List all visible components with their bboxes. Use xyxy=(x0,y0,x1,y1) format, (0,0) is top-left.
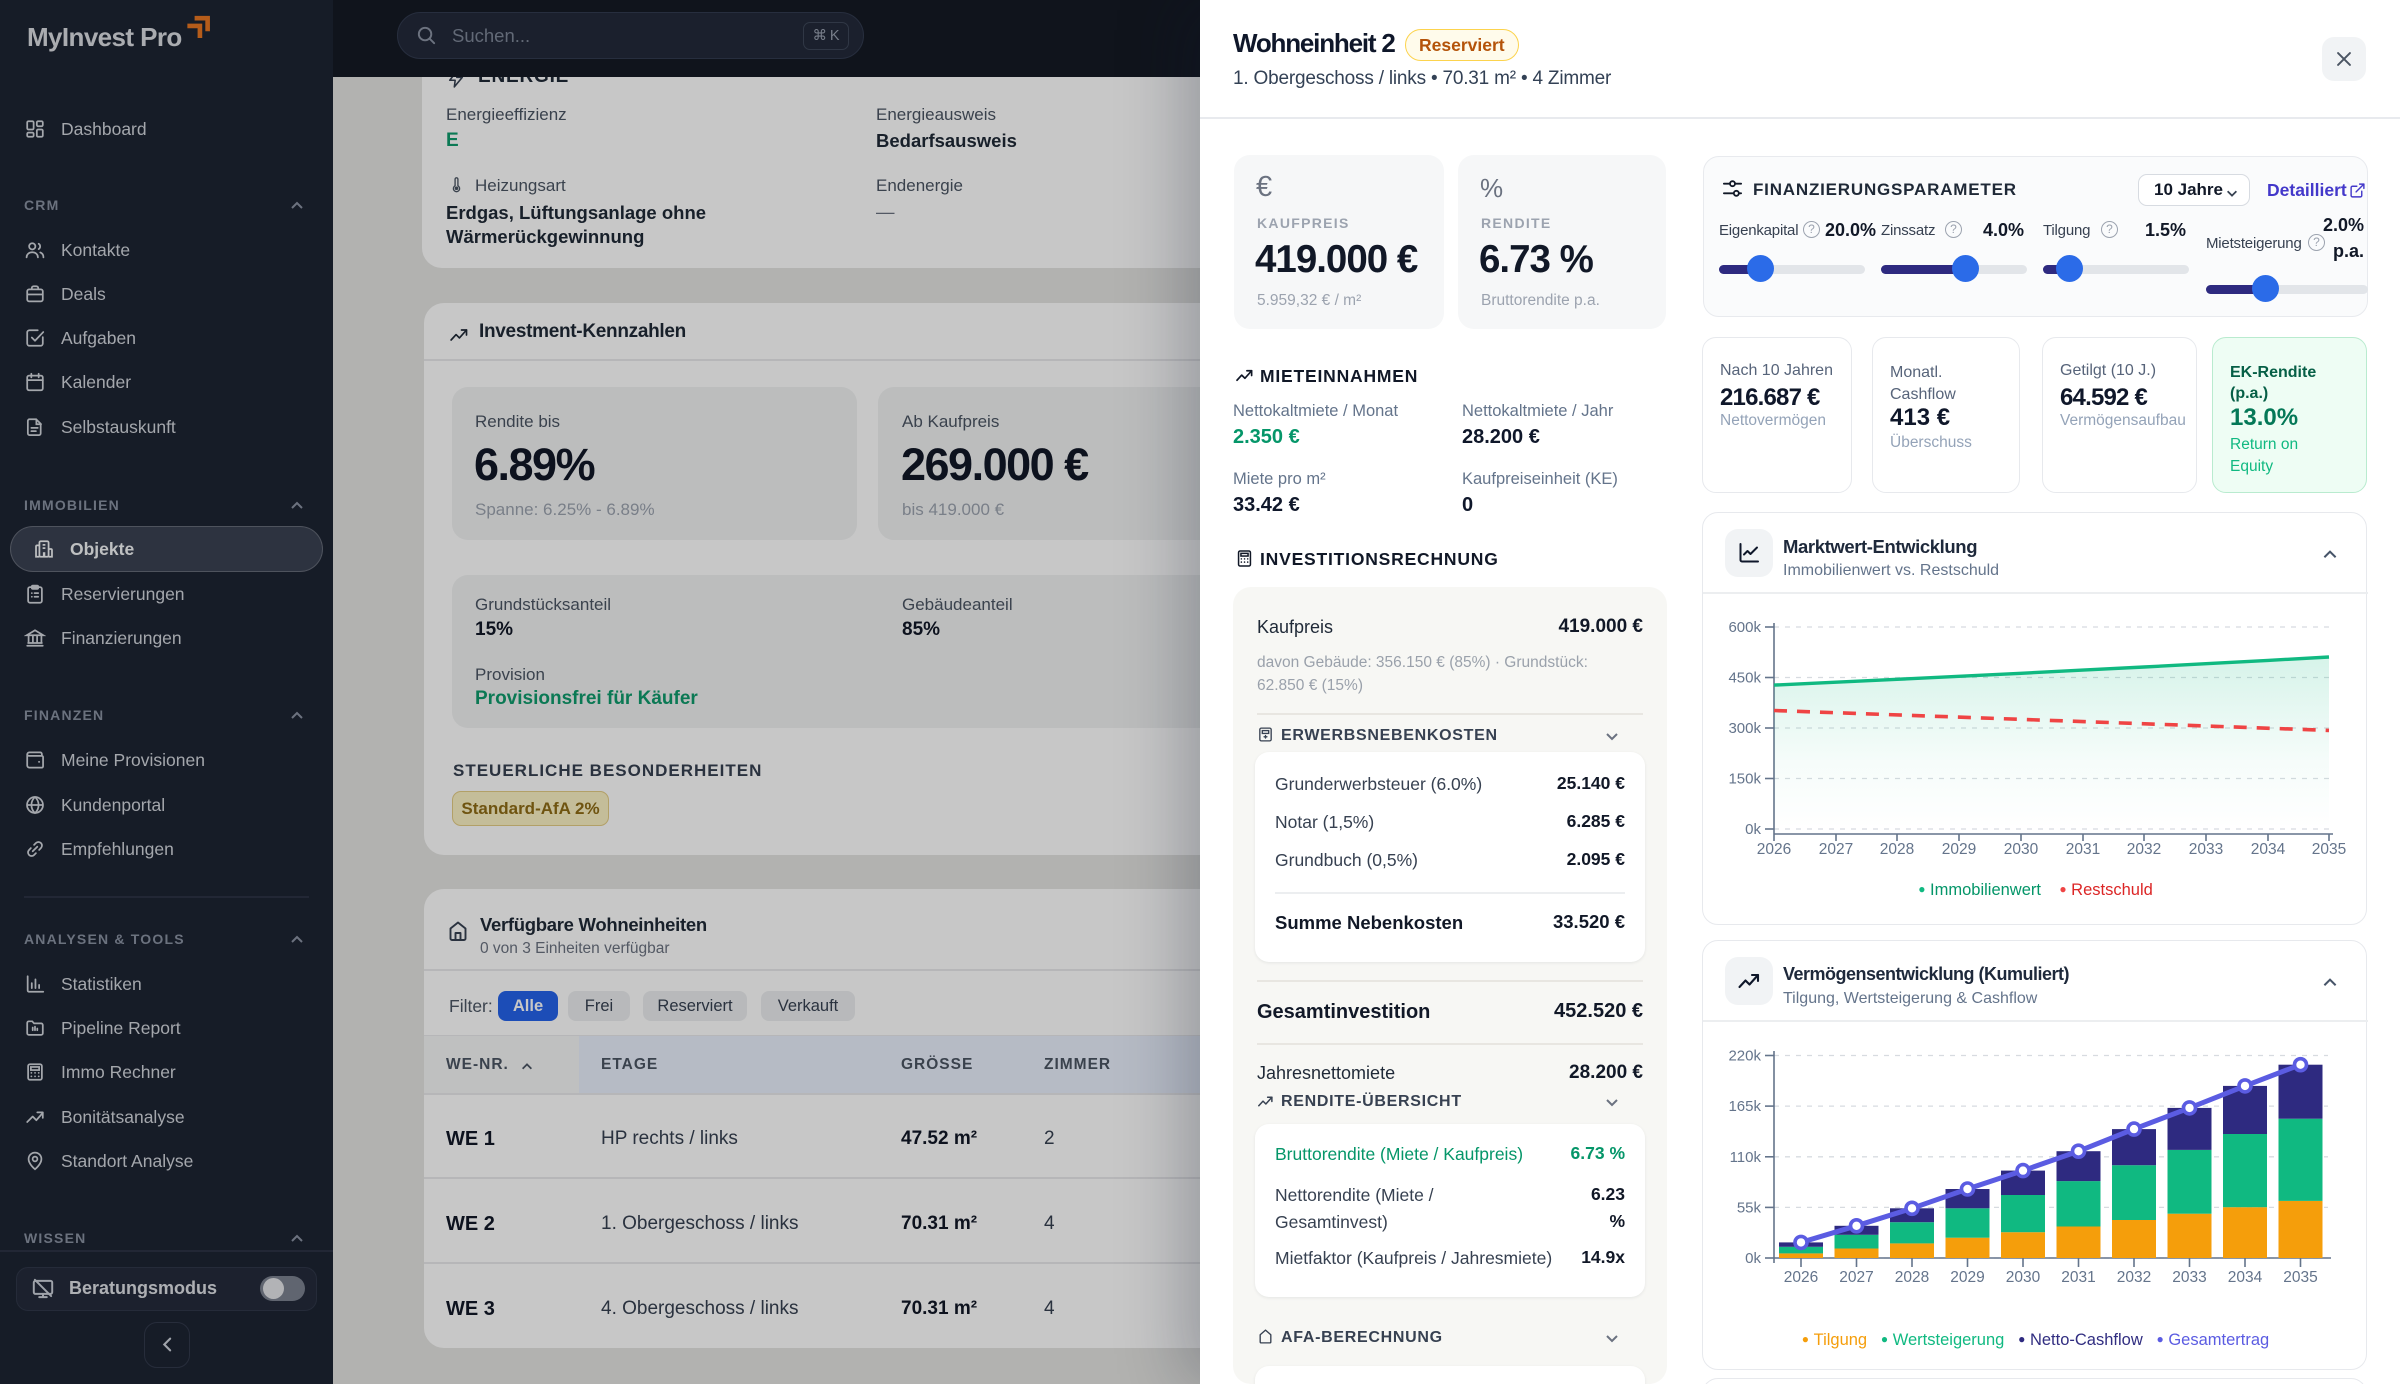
svg-text:220k: 220k xyxy=(1728,1048,1761,1065)
svg-text:2034: 2034 xyxy=(2251,841,2286,858)
svg-text:2033: 2033 xyxy=(2189,841,2223,858)
svg-text:2031: 2031 xyxy=(2061,1269,2095,1286)
svg-text:2027: 2027 xyxy=(1819,841,1853,858)
svg-text:2028: 2028 xyxy=(1895,1269,1929,1286)
svg-text:2027: 2027 xyxy=(1839,1269,1873,1286)
svg-text:2029: 2029 xyxy=(1950,1269,1984,1286)
svg-text:55k: 55k xyxy=(1737,1199,1762,1216)
svg-text:2035: 2035 xyxy=(2312,841,2346,858)
svg-text:2032: 2032 xyxy=(2117,1269,2151,1286)
svg-text:2032: 2032 xyxy=(2127,841,2161,858)
svg-text:450k: 450k xyxy=(1728,670,1761,687)
svg-text:0k: 0k xyxy=(1745,1250,1761,1267)
svg-text:2029: 2029 xyxy=(1942,841,1976,858)
svg-text:110k: 110k xyxy=(1730,1149,1762,1166)
svg-text:2030: 2030 xyxy=(2004,841,2039,858)
svg-text:2035: 2035 xyxy=(2283,1269,2317,1286)
svg-text:150k: 150k xyxy=(1728,771,1761,788)
svg-text:2026: 2026 xyxy=(1757,841,1791,858)
svg-text:0k: 0k xyxy=(1745,821,1761,838)
svg-text:2026: 2026 xyxy=(1784,1269,1818,1286)
svg-text:2034: 2034 xyxy=(2228,1269,2263,1286)
svg-text:300k: 300k xyxy=(1728,720,1761,737)
svg-text:2031: 2031 xyxy=(2066,841,2100,858)
svg-text:165k: 165k xyxy=(1728,1098,1761,1115)
svg-text:2030: 2030 xyxy=(2006,1269,2041,1286)
svg-text:2028: 2028 xyxy=(1880,841,1914,858)
svg-text:600k: 600k xyxy=(1728,619,1761,636)
svg-text:2033: 2033 xyxy=(2172,1269,2206,1286)
